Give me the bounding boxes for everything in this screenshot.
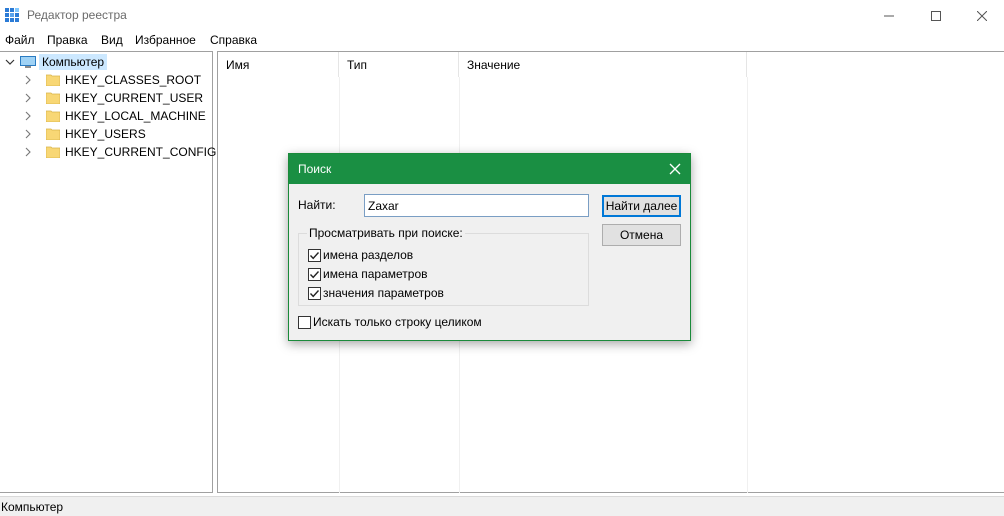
- tree-item-label: HKEY_CLASSES_ROOT: [65, 73, 202, 87]
- tree-item-hkcc[interactable]: HKEY_CURRENT_CONFIG: [22, 143, 216, 161]
- close-icon: [977, 10, 987, 21]
- tree-pane[interactable]: Компьютер HKEY_CLASSES_ROOT HKEY_CURRENT…: [0, 51, 216, 493]
- menu-edit[interactable]: Правка: [47, 33, 88, 47]
- option-value-data[interactable]: значения параметров: [308, 286, 444, 300]
- menu-help[interactable]: Справка: [210, 33, 257, 47]
- regedit-icon: [5, 8, 19, 22]
- folder-icon: [45, 74, 61, 87]
- checkmark-icon: [309, 289, 320, 297]
- tree-item-label: HKEY_USERS: [65, 127, 146, 141]
- column-header-name[interactable]: Имя: [218, 52, 339, 77]
- computer-icon: [20, 55, 36, 69]
- folder-icon: [45, 146, 61, 159]
- checkbox-keys[interactable]: [308, 248, 321, 262]
- menu-view[interactable]: Вид: [101, 33, 123, 47]
- option-label: имена разделов: [323, 248, 414, 262]
- chevron-right-icon[interactable]: [22, 92, 34, 104]
- tree-item-hkcu[interactable]: HKEY_CURRENT_USER: [22, 89, 203, 107]
- tree-item-hkcr[interactable]: HKEY_CLASSES_ROOT: [22, 71, 201, 89]
- checkmark-icon: [309, 270, 320, 278]
- folder-icon: [45, 128, 61, 141]
- chevron-right-icon[interactable]: [22, 110, 34, 122]
- chevron-down-icon[interactable]: [4, 56, 16, 68]
- checkbox-whole-string[interactable]: [298, 315, 311, 329]
- option-value-names[interactable]: имена параметров: [308, 267, 428, 281]
- tree-item-label: HKEY_LOCAL_MACHINE: [65, 109, 206, 123]
- find-next-button[interactable]: Найти далее: [602, 195, 681, 217]
- folder-icon: [45, 92, 61, 105]
- window-title: Редактор реестра: [27, 8, 127, 22]
- option-whole-string[interactable]: Искать только строку целиком: [298, 315, 482, 329]
- tree-item-hklm[interactable]: HKEY_LOCAL_MACHINE: [22, 107, 206, 125]
- option-label: имена параметров: [323, 267, 428, 281]
- minimize-button[interactable]: [866, 0, 912, 31]
- tree-root-label: Компьютер: [39, 54, 108, 70]
- column-header-type[interactable]: Тип: [339, 52, 459, 77]
- group-title: Просматривать при поиске:: [307, 226, 465, 240]
- dialog-close-button[interactable]: [660, 154, 690, 184]
- tree-item-label: HKEY_CURRENT_CONFIG: [65, 145, 217, 159]
- cancel-button[interactable]: Отмена: [602, 224, 681, 246]
- maximize-icon: [931, 10, 941, 21]
- dialog-title: Поиск: [298, 162, 332, 176]
- checkmark-icon: [309, 251, 320, 259]
- search-scope-group: Просматривать при поиске: имена разделов…: [298, 226, 589, 306]
- menu-favorites[interactable]: Избранное: [135, 33, 196, 47]
- find-input[interactable]: [364, 194, 589, 217]
- option-label: значения параметров: [323, 286, 444, 300]
- close-button[interactable]: [959, 0, 1004, 31]
- chevron-right-icon[interactable]: [22, 146, 34, 158]
- find-dialog: Поиск Найти: Найти далее Отмена Просматр…: [288, 153, 691, 341]
- menu-file[interactable]: Файл: [5, 33, 35, 47]
- status-path: Компьютер: [1, 500, 64, 514]
- chevron-right-icon[interactable]: [22, 128, 34, 140]
- dialog-title-bar[interactable]: Поиск: [289, 154, 690, 184]
- minimize-icon: [884, 15, 894, 16]
- maximize-button[interactable]: [913, 0, 959, 31]
- chevron-right-icon[interactable]: [22, 74, 34, 86]
- column-divider: [747, 77, 748, 493]
- close-icon: [669, 163, 681, 175]
- status-bar: Компьютер: [0, 496, 1004, 516]
- option-keys[interactable]: имена разделов: [308, 248, 413, 262]
- folder-icon: [45, 110, 61, 123]
- option-label: Искать только строку целиком: [313, 315, 482, 329]
- checkbox-value-data[interactable]: [308, 286, 321, 300]
- find-label: Найти:: [298, 198, 336, 212]
- menu-bar: Файл Правка Вид Избранное Справка: [0, 31, 1004, 50]
- checkbox-value-names[interactable]: [308, 267, 321, 281]
- tree-item-label: HKEY_CURRENT_USER: [65, 91, 204, 105]
- column-header-value[interactable]: Значение: [459, 52, 747, 77]
- tree-item-computer[interactable]: Компьютер: [4, 53, 108, 71]
- tree-item-hku[interactable]: HKEY_USERS: [22, 125, 146, 143]
- title-bar: Редактор реестра: [0, 0, 1004, 31]
